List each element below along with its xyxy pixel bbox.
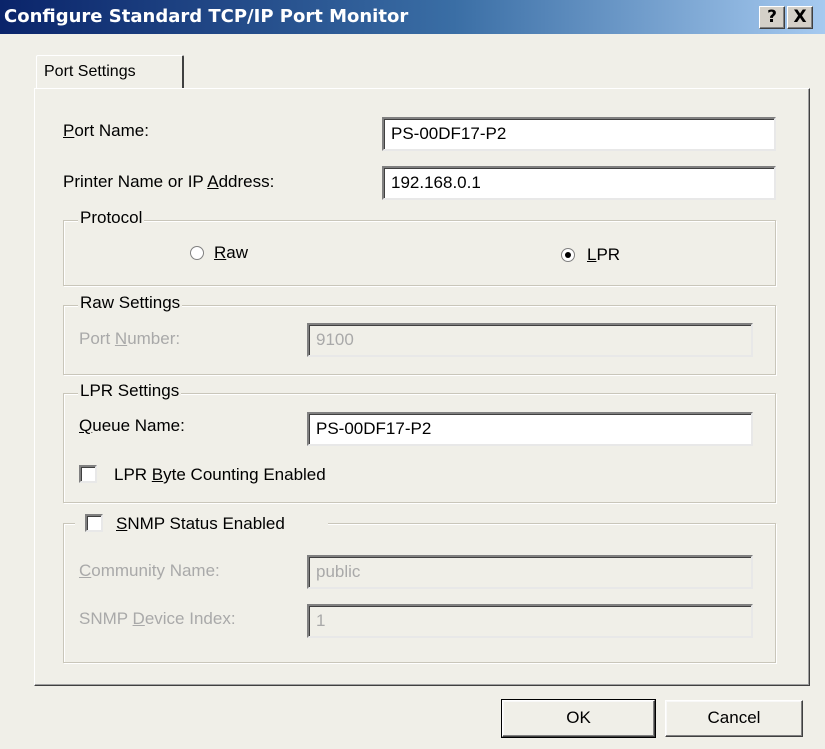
raw-settings-legend: Raw Settings — [78, 293, 183, 313]
window-title: Configure Standard TCP/IP Port Monitor — [4, 6, 409, 27]
close-button[interactable]: X — [787, 6, 813, 29]
snmp-status-checkbox[interactable] — [85, 514, 103, 532]
radio-selected-dot — [565, 252, 571, 258]
port-number-label: Port Number: — [79, 329, 181, 348]
printer-address-input[interactable]: 192.168.0.1 — [382, 166, 776, 200]
protocol-lpr-label[interactable]: LPR — [587, 245, 620, 265]
printer-address-label: Printer Name or IP Address: — [63, 172, 275, 191]
protocol-legend: Protocol — [78, 208, 145, 228]
protocol-lpr-radio[interactable] — [561, 248, 575, 262]
lpr-settings-group: LPR Settings — [63, 381, 776, 503]
queue-name-label: Queue Name: — [79, 416, 185, 435]
lpr-byte-counting-label[interactable]: LPR Byte Counting Enabled — [114, 465, 326, 485]
protocol-raw-radio[interactable] — [190, 246, 204, 260]
device-index-input[interactable]: 1 — [307, 604, 753, 638]
device-index-label: SNMP Device Index: — [79, 609, 236, 628]
lpr-settings-legend: LPR Settings — [78, 381, 182, 401]
queue-name-input[interactable]: PS-00DF17-P2 — [307, 412, 753, 446]
help-button[interactable]: ? — [759, 6, 785, 29]
community-name-input[interactable]: public — [307, 555, 753, 589]
lpr-byte-counting-checkbox[interactable] — [79, 465, 97, 483]
snmp-group — [63, 523, 776, 663]
ok-button[interactable]: OK — [501, 699, 656, 738]
port-number-input[interactable]: 9100 — [307, 323, 753, 357]
snmp-status-label[interactable]: SNMP Status Enabled — [116, 514, 285, 534]
port-name-input[interactable]: PS-00DF17-P2 — [382, 117, 776, 151]
cancel-button[interactable]: Cancel — [665, 700, 803, 737]
protocol-group: Protocol — [63, 208, 776, 286]
tab-port-settings[interactable]: Port Settings — [36, 55, 184, 89]
protocol-raw-label[interactable]: Raw — [214, 243, 248, 263]
community-name-label: Community Name: — [79, 561, 220, 580]
title-bar[interactable]: Configure Standard TCP/IP Port Monitor ?… — [0, 0, 825, 34]
port-name-label: Port Name: — [63, 121, 149, 140]
tcpip-port-monitor-dialog: Configure Standard TCP/IP Port Monitor ?… — [0, 0, 825, 749]
